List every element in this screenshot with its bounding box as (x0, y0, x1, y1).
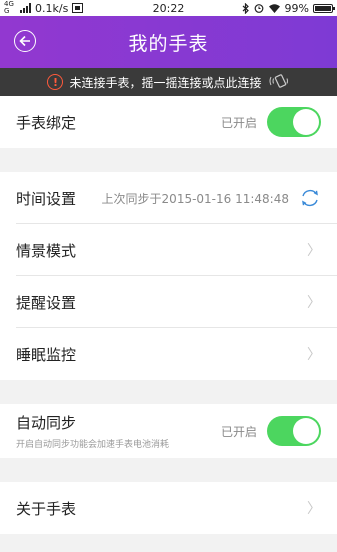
section-gap (0, 458, 337, 482)
chevron-right-icon: 〉 (307, 501, 321, 517)
sleep-label: 睡眠监控 (16, 345, 77, 364)
sleep-right: 〉 (307, 344, 321, 364)
chevron-right-icon: 〉 (307, 295, 321, 311)
binding-label: 手表绑定 (16, 113, 77, 132)
auto-sync-texts: 自动同步 开启自动同步功能会加速手表电池消耗 (16, 412, 169, 450)
row-time-settings[interactable]: 时间设置 上次同步于2015-01-16 11:48:48 (0, 172, 337, 224)
auto-sync-status: 已开启 (220, 424, 257, 439)
auto-sync-right: 已开启 (221, 416, 321, 446)
notice-text: 未连接手表，摇一摇连接或点此连接 (69, 75, 262, 90)
time-label: 时间设置 (16, 189, 77, 208)
scene-right: 〉 (307, 240, 321, 260)
binding-status: 已开启 (220, 115, 257, 130)
auto-sync-label: 自动同步 (16, 414, 77, 432)
chevron-right-icon: 〉 (307, 347, 321, 363)
row-about-watch[interactable]: 关于手表 〉 (0, 482, 337, 534)
row-reminder-settings[interactable]: 提醒设置 〉 (0, 276, 337, 328)
auto-sync-toggle[interactable] (267, 416, 321, 446)
back-arrow-icon[interactable] (14, 30, 36, 52)
app-header: 我的手表 (0, 16, 337, 68)
reminder-right: 〉 (307, 292, 321, 312)
about-label: 关于手表 (16, 499, 77, 518)
reminder-label: 提醒设置 (16, 293, 77, 312)
shake-phone-icon (268, 73, 290, 91)
toggle-knob (293, 109, 319, 135)
toggle-knob (293, 418, 319, 444)
auto-sync-description: 开启自动同步功能会加速手表电池消耗 (16, 440, 170, 450)
status-time: 20:22 (152, 1, 185, 15)
battery-icon (313, 3, 335, 13)
sync-icon[interactable] (299, 187, 321, 209)
chevron-right-icon: 〉 (307, 243, 321, 259)
connection-notice[interactable]: ! 未连接手表，摇一摇连接或点此连接 (0, 68, 337, 96)
binding-toggle[interactable] (267, 107, 321, 137)
last-sync-time: 上次同步于2015-01-16 11:48:48 (101, 191, 289, 206)
page-title: 我的手表 (128, 32, 209, 55)
warning-icon: ! (47, 74, 64, 90)
row-sleep-monitor[interactable]: 睡眠监控 〉 (0, 328, 337, 380)
row-watch-binding[interactable]: 手表绑定 已开启 (0, 96, 337, 148)
time-right: 上次同步于2015-01-16 11:48:48 (102, 187, 321, 209)
status-bar: 4G G 0.1k/s 20:22 99% (0, 0, 337, 16)
scene-label: 情景模式 (16, 241, 77, 260)
section-gap (0, 148, 337, 172)
row-auto-sync[interactable]: 自动同步 开启自动同步功能会加速手表电池消耗 已开启 (0, 404, 337, 458)
row-scene-mode[interactable]: 情景模式 〉 (0, 224, 337, 276)
section-gap (0, 380, 337, 404)
about-right: 〉 (307, 498, 321, 518)
binding-right: 已开启 (221, 107, 321, 137)
